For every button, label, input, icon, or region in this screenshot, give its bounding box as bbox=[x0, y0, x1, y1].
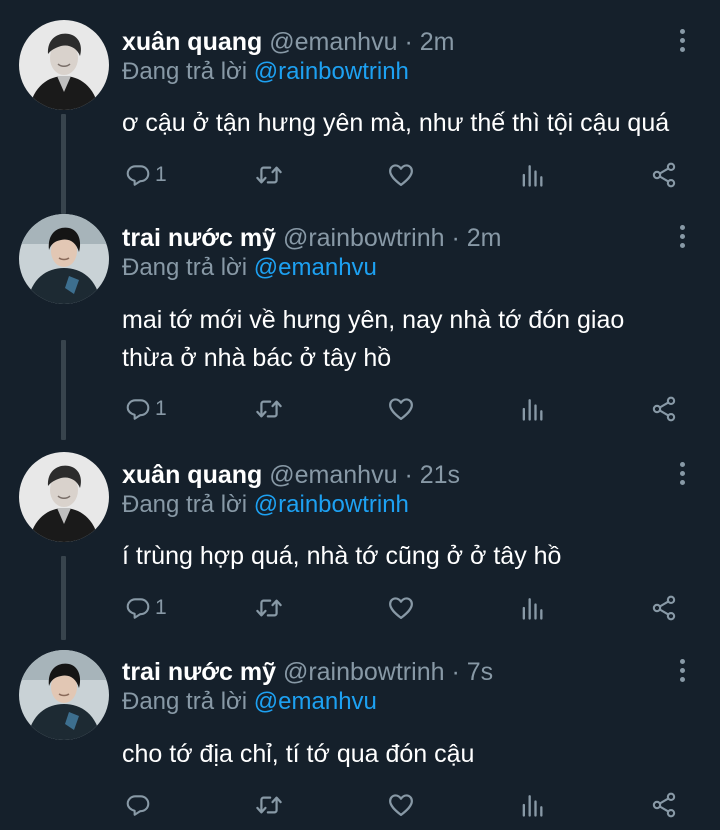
replying-prefix: Đang trả lời bbox=[122, 254, 248, 281]
timestamp[interactable]: 7s bbox=[467, 658, 493, 686]
mention-link[interactable]: @emanhvu bbox=[254, 688, 377, 715]
tweet[interactable]: xuân quang @emanhvu · 21s Đang trả lời @… bbox=[0, 440, 720, 640]
retweet-button[interactable] bbox=[255, 593, 283, 623]
share-icon bbox=[650, 791, 678, 819]
tweet-header: trai nước mỹ @rainbowtrinh · 2m bbox=[122, 223, 501, 253]
avatar[interactable] bbox=[19, 20, 109, 110]
tweet-text: mai tớ mới về hưng yên, nay nhà tớ đón g… bbox=[122, 306, 625, 372]
reply-button[interactable]: 1 bbox=[125, 160, 167, 190]
retweet-button[interactable] bbox=[255, 790, 283, 820]
heart-icon bbox=[387, 395, 415, 423]
tweet-header: trai nước mỹ @rainbowtrinh · 7s bbox=[122, 657, 493, 687]
tweet[interactable]: xuân quang @emanhvu · 2m Đang trả lời @r… bbox=[0, 0, 720, 210]
display-name[interactable]: xuân quang bbox=[122, 461, 262, 489]
like-button[interactable] bbox=[387, 394, 415, 424]
retweet-icon bbox=[255, 395, 283, 423]
retweet-icon bbox=[255, 161, 283, 189]
tweet-actions: 1 bbox=[0, 394, 720, 424]
replying-to: Đang trả lời @emanhvu bbox=[122, 253, 377, 283]
user-handle[interactable]: @rainbowtrinh bbox=[283, 224, 445, 252]
analytics-button[interactable] bbox=[518, 790, 546, 820]
separator-dot: · bbox=[451, 224, 460, 252]
reply-count: 1 bbox=[155, 163, 167, 186]
analytics-button[interactable] bbox=[518, 160, 546, 190]
retweet-icon bbox=[255, 594, 283, 622]
avatar[interactable] bbox=[19, 214, 109, 304]
reply-count: 1 bbox=[155, 596, 167, 619]
share-button[interactable] bbox=[650, 790, 678, 820]
tweet-text: í trùng hợp quá, nhà tớ cũng ở ở tây hồ bbox=[122, 542, 562, 570]
tweet-header: xuân quang @emanhvu · 2m bbox=[122, 27, 454, 57]
tweet-actions bbox=[0, 790, 720, 820]
replying-prefix: Đang trả lời bbox=[122, 688, 248, 715]
replying-to: Đang trả lời @emanhvu bbox=[122, 687, 377, 717]
tweet[interactable]: trai nước mỹ @rainbowtrinh · 7s Đang trả… bbox=[0, 640, 720, 830]
share-button[interactable] bbox=[650, 394, 678, 424]
separator-dot: · bbox=[404, 28, 413, 56]
share-button[interactable] bbox=[650, 593, 678, 623]
analytics-icon bbox=[518, 161, 546, 189]
retweet-button[interactable] bbox=[255, 160, 283, 190]
user-handle[interactable]: @emanhvu bbox=[269, 28, 397, 56]
separator-dot: · bbox=[451, 658, 460, 686]
reply-count: 1 bbox=[155, 397, 167, 420]
heart-icon bbox=[387, 161, 415, 189]
timestamp[interactable]: 2m bbox=[467, 224, 502, 252]
like-button[interactable] bbox=[387, 593, 415, 623]
replying-to: Đang trả lời @rainbowtrinh bbox=[122, 490, 409, 520]
retweet-button[interactable] bbox=[255, 394, 283, 424]
avatar[interactable] bbox=[19, 452, 109, 542]
more-options-icon[interactable] bbox=[676, 29, 688, 55]
reply-icon bbox=[125, 396, 151, 422]
share-button[interactable] bbox=[650, 160, 678, 190]
user-handle[interactable]: @rainbowtrinh bbox=[283, 658, 445, 686]
analytics-icon bbox=[518, 791, 546, 819]
mention-link[interactable]: @rainbowtrinh bbox=[254, 491, 409, 518]
reply-icon bbox=[125, 595, 151, 621]
display-name[interactable]: trai nước mỹ bbox=[122, 658, 276, 686]
reply-button[interactable] bbox=[125, 790, 155, 820]
share-icon bbox=[650, 594, 678, 622]
heart-icon bbox=[387, 594, 415, 622]
replying-to: Đang trả lời @rainbowtrinh bbox=[122, 57, 409, 87]
display-name[interactable]: xuân quang bbox=[122, 28, 262, 56]
separator-dot: · bbox=[404, 461, 413, 489]
avatar[interactable] bbox=[19, 650, 109, 740]
tweet-text: cho tớ địa chỉ, tí tớ qua đón cậu bbox=[122, 740, 475, 768]
more-options-icon[interactable] bbox=[676, 462, 688, 488]
reply-button[interactable]: 1 bbox=[125, 593, 167, 623]
reply-icon bbox=[125, 162, 151, 188]
analytics-button[interactable] bbox=[518, 394, 546, 424]
more-options-icon[interactable] bbox=[676, 659, 688, 685]
user-handle[interactable]: @emanhvu bbox=[269, 461, 397, 489]
analytics-button[interactable] bbox=[518, 593, 546, 623]
share-icon bbox=[650, 395, 678, 423]
like-button[interactable] bbox=[387, 790, 415, 820]
reply-button[interactable]: 1 bbox=[125, 394, 167, 424]
retweet-icon bbox=[255, 791, 283, 819]
tweet-text: ơ cậu ở tận hưng yên mà, như thế thì tội… bbox=[122, 109, 670, 137]
tweet[interactable]: trai nước mỹ @rainbowtrinh · 2m Đang trả… bbox=[0, 210, 720, 440]
heart-icon bbox=[387, 791, 415, 819]
share-icon bbox=[650, 161, 678, 189]
tweet-header: xuân quang @emanhvu · 21s bbox=[122, 460, 460, 490]
timestamp[interactable]: 21s bbox=[420, 461, 460, 489]
analytics-icon bbox=[518, 594, 546, 622]
tweet-actions: 1 bbox=[0, 160, 720, 190]
tweet-actions: 1 bbox=[0, 593, 720, 623]
timestamp[interactable]: 2m bbox=[420, 28, 455, 56]
mention-link[interactable]: @emanhvu bbox=[254, 254, 377, 281]
reply-icon bbox=[125, 792, 151, 818]
display-name[interactable]: trai nước mỹ bbox=[122, 224, 276, 252]
replying-prefix: Đang trả lời bbox=[122, 58, 248, 85]
like-button[interactable] bbox=[387, 160, 415, 190]
mention-link[interactable]: @rainbowtrinh bbox=[254, 58, 409, 85]
replying-prefix: Đang trả lời bbox=[122, 491, 248, 518]
analytics-icon bbox=[518, 395, 546, 423]
more-options-icon[interactable] bbox=[676, 225, 688, 251]
